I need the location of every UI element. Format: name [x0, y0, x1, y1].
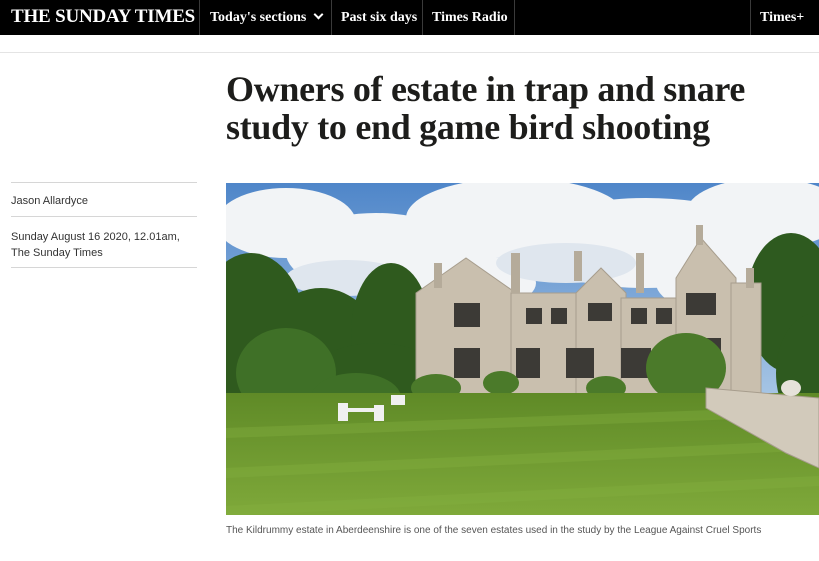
- headline-line: study to end game bird shooting: [226, 107, 710, 147]
- nav-past-six-days[interactable]: Past six days: [341, 0, 417, 35]
- nav-divider: [331, 0, 332, 35]
- byline-divider: [11, 216, 197, 217]
- nav-todays-sections-label: Today's sections: [210, 10, 307, 25]
- nav-divider: [514, 0, 515, 35]
- nav-divider: [750, 0, 751, 35]
- nav-divider: [199, 0, 200, 35]
- byline-divider: [11, 267, 197, 268]
- nav-times-radio[interactable]: Times Radio: [432, 0, 508, 35]
- header-divider: [0, 52, 819, 53]
- byline-divider: [11, 182, 197, 183]
- image-caption: The Kildrummy estate in Aberdeenshire is…: [226, 525, 762, 536]
- article-headline: Owners of estate in trap and snare study…: [226, 70, 811, 146]
- site-logo[interactable]: THE SUNDAY TIMES: [11, 6, 195, 28]
- estate-house-photo: [226, 183, 819, 515]
- publish-date: Sunday August 16 2020, 12.01am,: [11, 231, 180, 243]
- nav-divider: [422, 0, 423, 35]
- top-navigation-bar: THE SUNDAY TIMES Today's sections Past s…: [0, 0, 819, 35]
- headline-line: Owners of estate in trap and snare: [226, 69, 746, 109]
- nav-times-plus[interactable]: Times+: [760, 0, 804, 35]
- article-photo: [226, 183, 819, 515]
- chevron-down-icon: [313, 9, 324, 20]
- nav-todays-sections[interactable]: Today's sections: [210, 0, 324, 35]
- publication-name: The Sunday Times: [11, 247, 103, 259]
- author-name[interactable]: Jason Allardyce: [11, 195, 88, 207]
